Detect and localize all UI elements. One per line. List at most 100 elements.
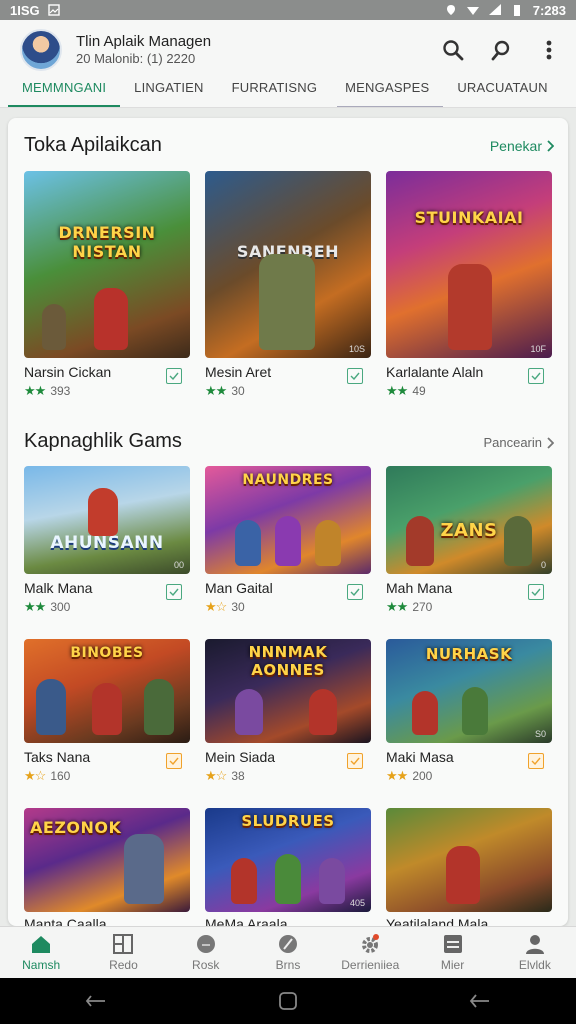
rating-count: 300 — [50, 600, 71, 614]
tab-4[interactable]: URACUATAUN — [457, 80, 561, 107]
app-thumbnail: NNNMAK AONNES — [205, 639, 371, 743]
tab-1[interactable]: LINGATIEN — [134, 80, 217, 107]
rating-count: 200 — [412, 769, 433, 783]
app-thumbnail: SLUDRUES 405 — [205, 808, 371, 912]
check-icon — [531, 757, 541, 765]
app-thumbnail: AEZONOK — [24, 808, 190, 912]
nav-label: Redo — [109, 958, 138, 972]
gear-icon — [362, 934, 380, 953]
overflow-menu-button[interactable] — [536, 37, 562, 63]
star-rating-icon: ★★ — [205, 383, 227, 398]
select-checkbox[interactable] — [528, 753, 544, 769]
system-nav-bar — [0, 978, 576, 1024]
avatar[interactable] — [20, 29, 62, 71]
nav-item-home[interactable]: Namsh — [0, 927, 82, 978]
app-tile[interactable]: SANENBEH 10S Mesin Aret ★★ 30 — [205, 171, 373, 399]
app-tile[interactable]: AEZONOK Manta Caalla — [24, 808, 192, 926]
art-title: SLUDRUES — [241, 812, 335, 831]
rating: ★★ 200 — [386, 768, 554, 784]
back-arrow-icon[interactable] — [469, 993, 491, 1009]
star-rating-icon: ★☆ — [205, 599, 227, 614]
nav-label: Rosk — [192, 958, 220, 972]
rating-count: 270 — [412, 600, 433, 614]
tab-3[interactable]: MENGASPES — [337, 80, 444, 107]
nav-item-settings[interactable]: Derrieniiea — [329, 927, 411, 978]
app-tile[interactable]: BINOBES Taks Nana ★☆ 160 — [24, 639, 192, 784]
content-card: Toka Apilaikcan Penekar Kapnaghlik Gams … — [8, 118, 568, 926]
select-checkbox[interactable] — [347, 584, 363, 600]
see-more-link[interactable]: Penekar — [490, 138, 554, 154]
wifi-icon — [466, 7, 479, 15]
select-checkbox[interactable] — [166, 368, 182, 384]
app-tile[interactable]: ZANS 0 Mah Mana ★★ 270 — [386, 466, 554, 615]
search-alt-button[interactable] — [488, 37, 514, 63]
nav-item-mier[interactable]: Mier — [411, 927, 493, 978]
app-tile[interactable]: NAUNDRES Man Gaital ★☆ 30 — [205, 466, 373, 615]
select-checkbox[interactable] — [166, 753, 182, 769]
app-tile[interactable]: SLUDRUES 405 MeMa Araala — [205, 808, 373, 926]
app-thumbnail: AHUNSANN 00 — [24, 466, 190, 574]
check-icon — [350, 372, 360, 380]
app-thumbnail: NAUNDRES — [205, 466, 371, 574]
select-checkbox[interactable] — [528, 368, 544, 384]
app-header: Tlin Aplaik Managen 20 Malonib: (1) 2220 — [0, 20, 576, 80]
see-more-label: Penekar — [489, 138, 542, 154]
tab-0[interactable]: MEMMNGANI — [7, 80, 121, 107]
app-tile[interactable]: AHUNSANN 00 Malk Mana ★★ 300 — [24, 466, 192, 615]
art-title: DRNERSIN NISTAN — [58, 223, 156, 262]
star-rating-icon: ★☆ — [205, 768, 227, 783]
grid-icon — [113, 934, 134, 954]
clock: 7:283 — [532, 2, 566, 18]
app-tile[interactable]: NURHASK S0 Maki Masa ★★ 200 — [386, 639, 554, 784]
check-icon — [169, 757, 179, 765]
select-checkbox[interactable] — [528, 584, 544, 600]
app-tile[interactable]: STUINKAIAI 10F Karlalante Alaln ★★ 49 — [386, 171, 554, 399]
tab-2[interactable]: FURRATISNG — [232, 80, 332, 107]
back-gesture-icon[interactable] — [85, 993, 107, 1009]
art-title: NAUNDRES — [242, 472, 334, 489]
app-tile[interactable]: Yeatilaland Mala — [386, 808, 554, 926]
select-checkbox[interactable] — [166, 584, 182, 600]
app-thumbnail: DRNERSIN NISTAN — [24, 171, 190, 358]
see-more-link[interactable]: Pancearin — [483, 435, 554, 450]
page-title: Tlin Aplaik Managen — [76, 33, 212, 51]
search-button[interactable] — [440, 37, 466, 63]
person-icon — [525, 935, 544, 954]
search-icon — [443, 40, 464, 61]
app-name: Yeatilaland Mala — [386, 916, 489, 926]
rating: ★★ 49 — [386, 383, 554, 399]
select-checkbox[interactable] — [347, 753, 363, 769]
art-title: AEZONOK — [30, 818, 122, 838]
battery-icon — [513, 5, 520, 16]
check-icon — [531, 588, 541, 596]
art-title: NNNMAK AONNES — [248, 643, 328, 680]
list-icon — [443, 935, 462, 953]
app-name: Manta Caalla — [24, 916, 107, 926]
star-rating-icon: ★★ — [386, 599, 408, 614]
star-rating-icon: ★★ — [386, 383, 408, 398]
rating: ★★ 393 — [24, 383, 192, 399]
rating: ★★ 30 — [205, 383, 373, 399]
section-title: Kapnaghlik Gams — [24, 430, 182, 452]
home-square-icon[interactable] — [278, 991, 298, 1011]
signal-icon — [488, 4, 501, 15]
chevron-right-icon — [547, 436, 554, 449]
nav-item-brns[interactable]: Brns — [247, 927, 329, 978]
app-thumbnail: NURHASK S0 — [386, 639, 552, 743]
art-title: NURHASK — [425, 645, 513, 664]
rating-count: 160 — [50, 769, 71, 783]
nav-item-rosk[interactable]: Rosk — [165, 927, 247, 978]
app-tile[interactable]: DRNERSIN NISTAN Narsin Cickan ★★ 393 — [24, 171, 192, 399]
select-checkbox[interactable] — [347, 368, 363, 384]
nav-label: Brns — [275, 958, 301, 972]
check-icon — [350, 757, 360, 765]
app-tile[interactable]: NNNMAK AONNES Mein Siada ★☆ 38 — [205, 639, 373, 784]
section-title: Toka Apilaikcan — [24, 134, 162, 156]
nav-label: Mier — [440, 958, 465, 972]
location-icon — [446, 5, 455, 15]
see-more-label: Pancearin — [483, 435, 542, 450]
nav-item-profile[interactable]: Elvldk — [494, 927, 576, 978]
app-name: MeMa Araala — [205, 916, 288, 926]
nav-item-redo[interactable]: Redo — [82, 927, 164, 978]
app-thumbnail: BINOBES — [24, 639, 190, 743]
